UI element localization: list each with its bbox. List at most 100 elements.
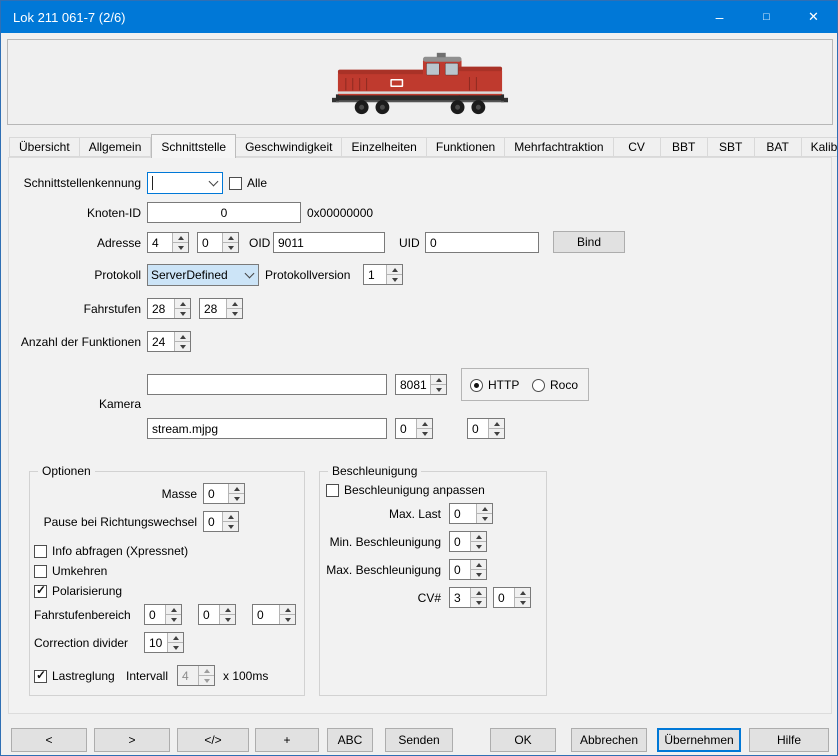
umkehren-checkbox-box[interactable] <box>34 565 47 578</box>
spinner-down-icon[interactable] <box>223 522 238 531</box>
tab-bbt[interactable]: BBT <box>661 137 708 157</box>
spinner-up-icon[interactable] <box>489 419 504 429</box>
spinner-down-icon[interactable] <box>471 598 486 607</box>
spinner-down-icon[interactable] <box>175 309 190 318</box>
spinner-up-icon[interactable] <box>417 419 432 429</box>
prev-button[interactable]: < <box>11 728 87 752</box>
chevron-down-icon[interactable] <box>205 173 222 193</box>
spinner-up-icon[interactable] <box>173 233 188 243</box>
tab-cv[interactable]: CV <box>614 137 661 157</box>
roco-radio[interactable]: Roco <box>532 378 578 392</box>
spinner-up-icon[interactable] <box>471 588 486 598</box>
http-radio-circle[interactable] <box>470 379 483 392</box>
fahrstufenbereich-spinner-1[interactable]: 0 <box>144 604 182 625</box>
http-radio[interactable]: HTTP <box>470 378 519 392</box>
fahrstufenbereich-spinner-3[interactable]: 0 <box>252 604 296 625</box>
ok-button[interactable]: OK <box>490 728 556 752</box>
spinner-up-icon[interactable] <box>220 605 235 615</box>
spinner-down-icon[interactable] <box>471 542 486 551</box>
spinner-up-icon[interactable] <box>515 588 530 598</box>
spinner-up-icon[interactable] <box>168 633 183 643</box>
spinner-down-icon[interactable] <box>229 494 244 503</box>
lastreglung-checkbox[interactable]: Lastreglung <box>34 669 115 683</box>
tab-einzelheiten[interactable]: Einzelheiten <box>342 137 426 157</box>
correction-divider-spinner[interactable]: 10 <box>144 632 184 653</box>
fahrstufen-spinner[interactable]: 28 <box>147 298 191 319</box>
uid-input[interactable]: 0 <box>425 232 539 253</box>
tab-mehrfachtraktion[interactable]: Mehrfachtraktion <box>505 137 613 157</box>
maximize-button[interactable]: □ <box>743 1 790 33</box>
spinner-down-icon[interactable] <box>515 598 530 607</box>
senden-button[interactable]: Senden <box>385 728 453 752</box>
spinner-down-icon[interactable] <box>227 309 242 318</box>
cv-spinner-1[interactable]: 3 <box>449 587 487 608</box>
kamera-url-input[interactable] <box>147 374 387 395</box>
kamera-port-spinner[interactable]: 8081 <box>395 374 447 395</box>
tab-geschwindigkeit[interactable]: Geschwindigkeit <box>236 137 342 157</box>
spinner-up-icon[interactable] <box>223 233 238 243</box>
tab-schnittstelle[interactable]: Schnittstelle <box>151 134 236 158</box>
plus-button[interactable]: + <box>255 728 319 752</box>
iface-combobox[interactable] <box>147 172 223 194</box>
knoten-input[interactable]: 0 <box>147 202 301 223</box>
umkehren-checkbox[interactable]: Umkehren <box>34 564 107 578</box>
protokoll-combobox[interactable]: ServerDefined <box>147 264 259 286</box>
next-button[interactable]: > <box>94 728 170 752</box>
tab-bat[interactable]: BAT <box>755 137 802 157</box>
kamera-stream-input[interactable]: stream.mjpg <box>147 418 387 439</box>
spinner-up-icon[interactable] <box>229 484 244 494</box>
spinner-up-icon[interactable] <box>223 512 238 522</box>
roco-radio-circle[interactable] <box>532 379 545 392</box>
lastreglung-checkbox-box[interactable] <box>34 670 47 683</box>
tab-kalibrieren[interactable]: Kalibrieren <box>802 137 838 157</box>
spinner-down-icon[interactable] <box>280 615 295 624</box>
adresse-spinner-2[interactable]: 0 <box>197 232 239 253</box>
spinner-down-icon[interactable] <box>489 429 504 438</box>
funktionen-spinner[interactable]: 24 <box>147 331 191 352</box>
polarisierung-checkbox-box[interactable] <box>34 585 47 598</box>
spinner-down-icon[interactable] <box>166 615 181 624</box>
chevron-down-icon[interactable] <box>241 265 258 285</box>
spinner-up-icon[interactable] <box>280 605 295 615</box>
fahrstufen-spinner-2[interactable]: 28 <box>199 298 243 319</box>
spinner-down-icon[interactable] <box>175 342 190 351</box>
beschleunigung-anpassen-checkbox-box[interactable] <box>326 484 339 497</box>
spinner-down-icon[interactable] <box>220 615 235 624</box>
min-beschleunigung-spinner[interactable]: 0 <box>449 531 487 552</box>
spinner-down-icon[interactable] <box>431 385 446 394</box>
spinner-up-icon[interactable] <box>471 560 486 570</box>
minimize-button[interactable]: – <box>696 1 743 33</box>
code-button[interactable]: </> <box>177 728 249 752</box>
fahrstufenbereich-spinner-2[interactable]: 0 <box>198 604 236 625</box>
spinner-up-icon[interactable] <box>166 605 181 615</box>
info-abfragen-checkbox[interactable]: Info abfragen (Xpressnet) <box>34 544 188 558</box>
spinner-up-icon[interactable] <box>175 299 190 309</box>
beschleunigung-anpassen-checkbox[interactable]: Beschleunigung anpassen <box>326 483 485 497</box>
spinner-down-icon[interactable] <box>173 243 188 252</box>
oid-input[interactable]: 9011 <box>273 232 385 253</box>
tab-allgemein[interactable]: Allgemein <box>80 137 152 157</box>
bind-button[interactable]: Bind <box>553 231 625 253</box>
info-abfragen-checkbox-box[interactable] <box>34 545 47 558</box>
spinner-up-icon[interactable] <box>387 265 402 275</box>
spinner-up-icon[interactable] <box>471 532 486 542</box>
kamera-x-spinner[interactable]: 0 <box>395 418 433 439</box>
tab-uebersicht[interactable]: Übersicht <box>9 137 80 157</box>
abc-button[interactable]: ABC <box>327 728 373 752</box>
cv-spinner-2[interactable]: 0 <box>493 587 531 608</box>
max-last-spinner[interactable]: 0 <box>449 503 493 524</box>
spinner-down-icon[interactable] <box>223 243 238 252</box>
title-bar[interactable]: Lok 211 061-7 (2/6) – □ ✕ <box>1 1 837 33</box>
spinner-up-icon[interactable] <box>477 504 492 514</box>
pause-spinner[interactable]: 0 <box>203 511 239 532</box>
spinner-down-icon[interactable] <box>477 514 492 523</box>
tab-funktionen[interactable]: Funktionen <box>427 137 505 157</box>
alle-checkbox-box[interactable] <box>229 177 242 190</box>
uebernehmen-button[interactable]: Übernehmen <box>657 728 741 752</box>
abbrechen-button[interactable]: Abbrechen <box>571 728 647 752</box>
alle-checkbox[interactable]: Alle <box>229 176 267 190</box>
spinner-up-icon[interactable] <box>431 375 446 385</box>
kamera-y-spinner[interactable]: 0 <box>467 418 505 439</box>
adresse-spinner[interactable]: 4 <box>147 232 189 253</box>
polarisierung-checkbox[interactable]: Polarisierung <box>34 584 122 598</box>
